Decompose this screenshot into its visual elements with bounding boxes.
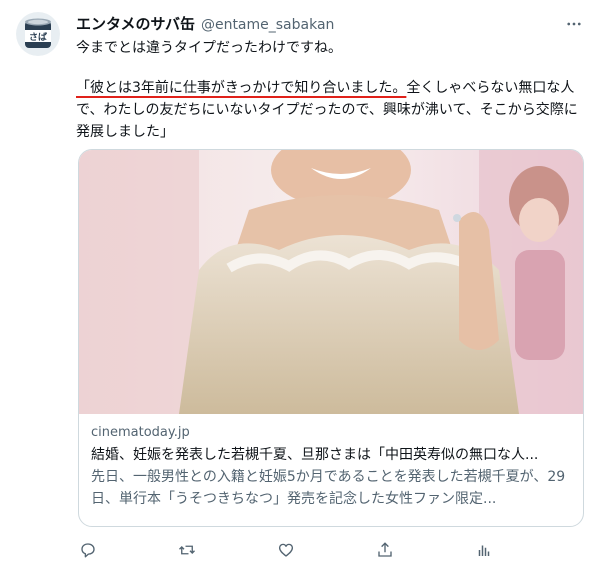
author-handle[interactable]: @entame_sabakan xyxy=(201,17,334,33)
share-button[interactable] xyxy=(373,538,397,562)
reply-button[interactable] xyxy=(76,538,100,562)
tweet-line1: 今までとは違うタイプだったわけですね。 xyxy=(76,40,342,56)
reply-icon xyxy=(81,543,95,558)
svg-text:さば: さば xyxy=(29,31,47,43)
like-button[interactable] xyxy=(274,538,298,562)
views-button[interactable] xyxy=(472,538,496,562)
card-title[interactable]: 結婚、妊娠を発表した若槻千夏、旦那さまは「中田英寿似の無口な人... xyxy=(91,444,571,466)
share-icon xyxy=(378,542,392,557)
retweet-button[interactable] xyxy=(175,538,199,562)
card-image[interactable] xyxy=(79,150,583,414)
card-domain: cinematoday.jp xyxy=(91,425,190,440)
author-name[interactable]: エンタメのサバ缶 xyxy=(76,13,195,34)
tweet-quote-highlight: 「彼とは3年前に仕事がきっかけで知り合いました。 xyxy=(76,80,407,96)
tweet-quote: 「彼とは3年前に仕事がきっかけで知り合いました。全くしゃべらない無口な人で、わた… xyxy=(76,77,588,143)
retweet-icon xyxy=(179,545,195,555)
avatar[interactable]: さば xyxy=(16,12,60,56)
more-button[interactable] xyxy=(562,12,586,36)
card-meta: cinematoday.jp 結婚、妊娠を発表した若槻千夏、旦那さまは「中田英寿… xyxy=(91,422,571,510)
tweet-actions xyxy=(76,538,496,562)
card-description: 先日、一般男性との入籍と妊娠5か月であることを発表した若槻千夏が、29日、単行本… xyxy=(91,469,566,507)
views-icon xyxy=(478,545,490,556)
more-icon xyxy=(567,22,581,26)
tweet-text: 今までとは違うタイプだったわけですね。 「彼とは3年前に仕事がきっかけで知り合い… xyxy=(76,37,588,143)
tweet-header: エンタメのサバ缶 @entame_sabakan xyxy=(76,13,334,35)
can-logo-icon: さば xyxy=(16,12,60,56)
link-card[interactable]: cinematoday.jp 結婚、妊娠を発表した若槻千夏、旦那さまは「中田英寿… xyxy=(78,149,584,527)
like-icon xyxy=(278,543,294,557)
